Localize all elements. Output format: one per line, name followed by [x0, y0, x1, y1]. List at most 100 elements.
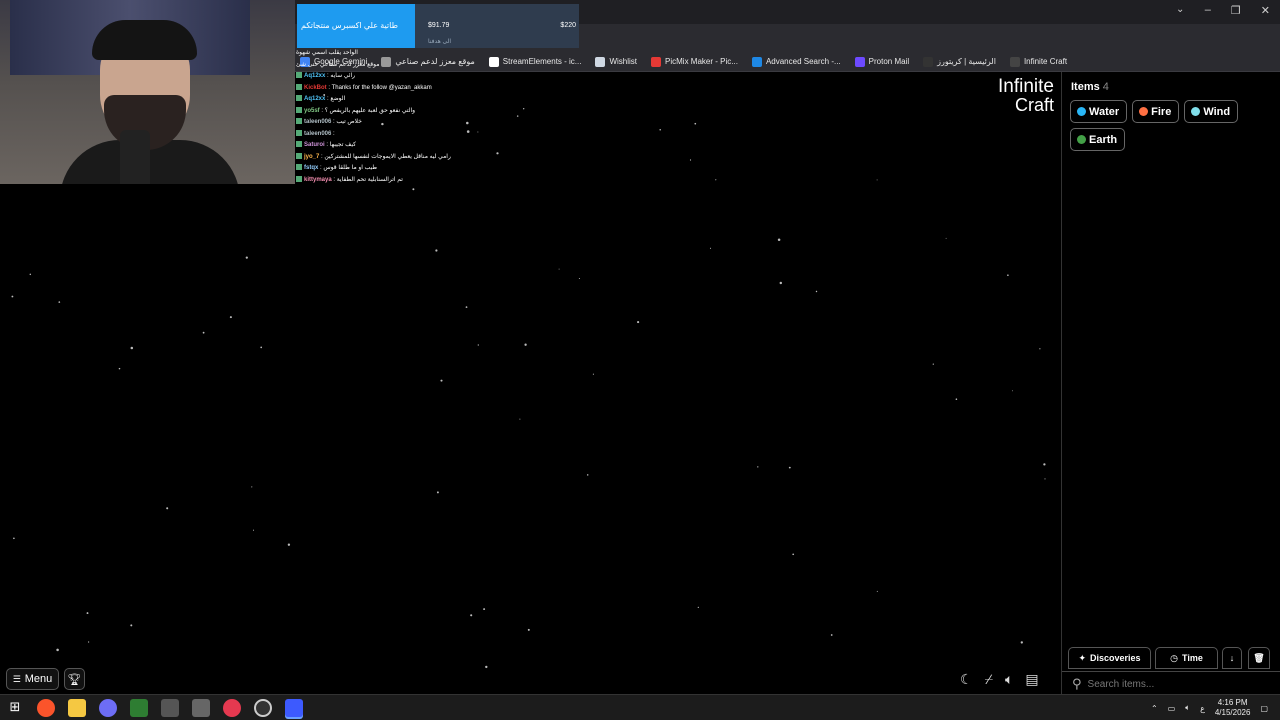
logo-line-1: Infinite — [998, 76, 1054, 97]
language-indicator[interactable]: ع — [1200, 704, 1205, 713]
star — [166, 507, 169, 510]
sidebar-footer: ✦ Discoveries ◷ Time ↓ 🗑︎ ⚲ Search items… — [1062, 647, 1280, 696]
chat-badge-icon — [296, 129, 302, 136]
chat-username: Aq12xx — [304, 73, 326, 79]
star — [86, 612, 89, 615]
volume-icon[interactable]: 🔈︎ — [1185, 703, 1190, 713]
app-taskbar-icon-1[interactable] — [130, 699, 148, 717]
items-count: 4 — [1102, 81, 1109, 93]
star — [435, 249, 438, 252]
items-title: Items — [1071, 81, 1100, 93]
star — [592, 373, 594, 375]
search-input[interactable]: Search items... — [1088, 679, 1155, 690]
bookmark-label: Wishlist — [609, 57, 638, 66]
chat-badge-icon — [296, 141, 302, 148]
close-icon[interactable]: ✕ — [1261, 4, 1270, 17]
star — [1007, 274, 1009, 276]
items-header: Items 4 — [1071, 81, 1109, 93]
star — [578, 277, 580, 280]
chevron-up-icon[interactable]: ⌃ — [1151, 704, 1158, 713]
star — [1043, 463, 1046, 466]
search-icon: ⚲ — [1072, 676, 1082, 691]
bookmark-item[interactable]: Proton Mail — [854, 56, 910, 67]
dark-mode-icon[interactable]: ☾ — [960, 671, 973, 688]
sort-direction-button[interactable]: ↓ — [1222, 647, 1242, 669]
chat-message: موقع معزز لدعم صناعي حتى شئ — [296, 60, 596, 72]
chat-text: كيف تجيبها — [329, 142, 356, 148]
chat-text: الواحد يقلب اسمي شهوة — [296, 50, 358, 56]
bookmark-item[interactable]: Advanced Search -... — [751, 56, 841, 67]
wind-icon — [1191, 107, 1201, 116]
star — [477, 344, 479, 346]
goal-current: $91.79 — [428, 22, 450, 29]
chat-message: jyo_7 : رامي ليه مناقل يعطي الايموجات لن… — [296, 152, 596, 164]
star — [252, 529, 255, 531]
star — [465, 306, 468, 308]
clock-date: 4/15/2026 — [1214, 708, 1251, 717]
microphone — [120, 130, 150, 184]
clock[interactable]: 4:16 PM 4/15/2026 — [1215, 698, 1251, 718]
star — [876, 179, 878, 181]
star — [1039, 348, 1041, 350]
star — [118, 367, 121, 370]
clear-canvas-broom-icon[interactable]: ⌿ — [985, 671, 993, 688]
bookmark-favicon-icon — [595, 56, 606, 67]
achievements-button[interactable]: 🏆︎ — [64, 668, 85, 690]
star — [709, 247, 712, 249]
item-search[interactable]: ⚲ Search items... — [1062, 671, 1280, 696]
bookmark-label: Advanced Search -... — [765, 57, 841, 66]
star — [792, 553, 795, 556]
chat-username: taleen006 — [304, 119, 332, 125]
item-water[interactable]: Water — [1070, 100, 1128, 123]
discord-taskbar-icon[interactable] — [99, 699, 117, 717]
menu-button[interactable]: ☰ Menu — [6, 668, 59, 690]
goal-target: $220 — [560, 22, 576, 29]
bookmark-item[interactable]: Infinite Craft — [1009, 56, 1067, 67]
item-label: Earth — [1089, 133, 1118, 146]
menu-button-label: Menu — [24, 673, 53, 685]
sound-icon[interactable]: 🔈︎ — [1005, 671, 1013, 688]
chat-text: Thanks for the follow @yazan_akkam — [331, 84, 432, 91]
system-tray: ⌃ ▭ 🔈︎ ع 4:16 PM 4/15/2026 ▢ — [1151, 698, 1268, 718]
star — [1020, 641, 1023, 644]
star — [659, 128, 661, 131]
minimize-icon[interactable]: – — [1205, 4, 1211, 17]
app-taskbar-icon-2[interactable] — [161, 699, 179, 717]
brave-taskbar-icon[interactable] — [37, 699, 55, 717]
item-fire[interactable]: Fire — [1132, 100, 1180, 123]
chat-message: Aq12xx : الوضع — [296, 94, 596, 106]
media-player-icon[interactable] — [223, 699, 241, 717]
star — [251, 486, 253, 488]
bookmark-label: Proton Mail — [868, 57, 910, 66]
bookmark-item[interactable]: Wishlist — [595, 56, 638, 67]
star — [955, 398, 958, 400]
sort-time-button[interactable]: ◷ Time — [1155, 647, 1218, 669]
discoveries-button[interactable]: ✦ Discoveries — [1068, 647, 1151, 669]
chat-username: jyo_7 — [304, 153, 320, 160]
maximize-icon[interactable]: ❐ — [1231, 4, 1241, 17]
app-taskbar-icon-3[interactable] — [192, 699, 210, 717]
bookmark-favicon-icon — [651, 56, 662, 67]
delete-button[interactable]: 🗑︎ — [1248, 647, 1270, 669]
star — [11, 295, 14, 298]
network-icon[interactable]: ▭ — [1168, 704, 1176, 713]
bookmark-item[interactable]: PicMix Maker - Pic... — [651, 56, 738, 67]
windows-start-icon[interactable]: ⊞ — [6, 699, 24, 717]
file-explorer-icon[interactable] — [68, 699, 86, 717]
notification-icon[interactable]: ▢ — [1260, 704, 1268, 713]
item-wind[interactable]: Wind — [1184, 100, 1239, 123]
canvas-tools: ☾ ⌿ 🔈︎ ▤ — [960, 671, 1039, 688]
star — [260, 346, 263, 349]
star — [788, 466, 791, 469]
arrow-down-icon: ↓ — [1229, 653, 1235, 663]
item-earth[interactable]: Earth — [1070, 128, 1126, 151]
active-app-taskbar-icon[interactable] — [285, 699, 303, 717]
chat-message: yo5sf : والتي نفعو حق لعبة عليهم بالريفص… — [296, 106, 596, 118]
chat-username: taleen006 — [304, 130, 332, 137]
notes-icon[interactable]: ▤ — [1025, 671, 1038, 688]
earth-icon — [1077, 135, 1086, 144]
star — [815, 290, 818, 293]
tab-list-chevron-icon[interactable]: ⌄ — [1176, 4, 1184, 15]
obs-taskbar-icon[interactable] — [254, 699, 272, 717]
bookmark-item[interactable]: الرئيسية | كريتورز — [923, 56, 996, 67]
